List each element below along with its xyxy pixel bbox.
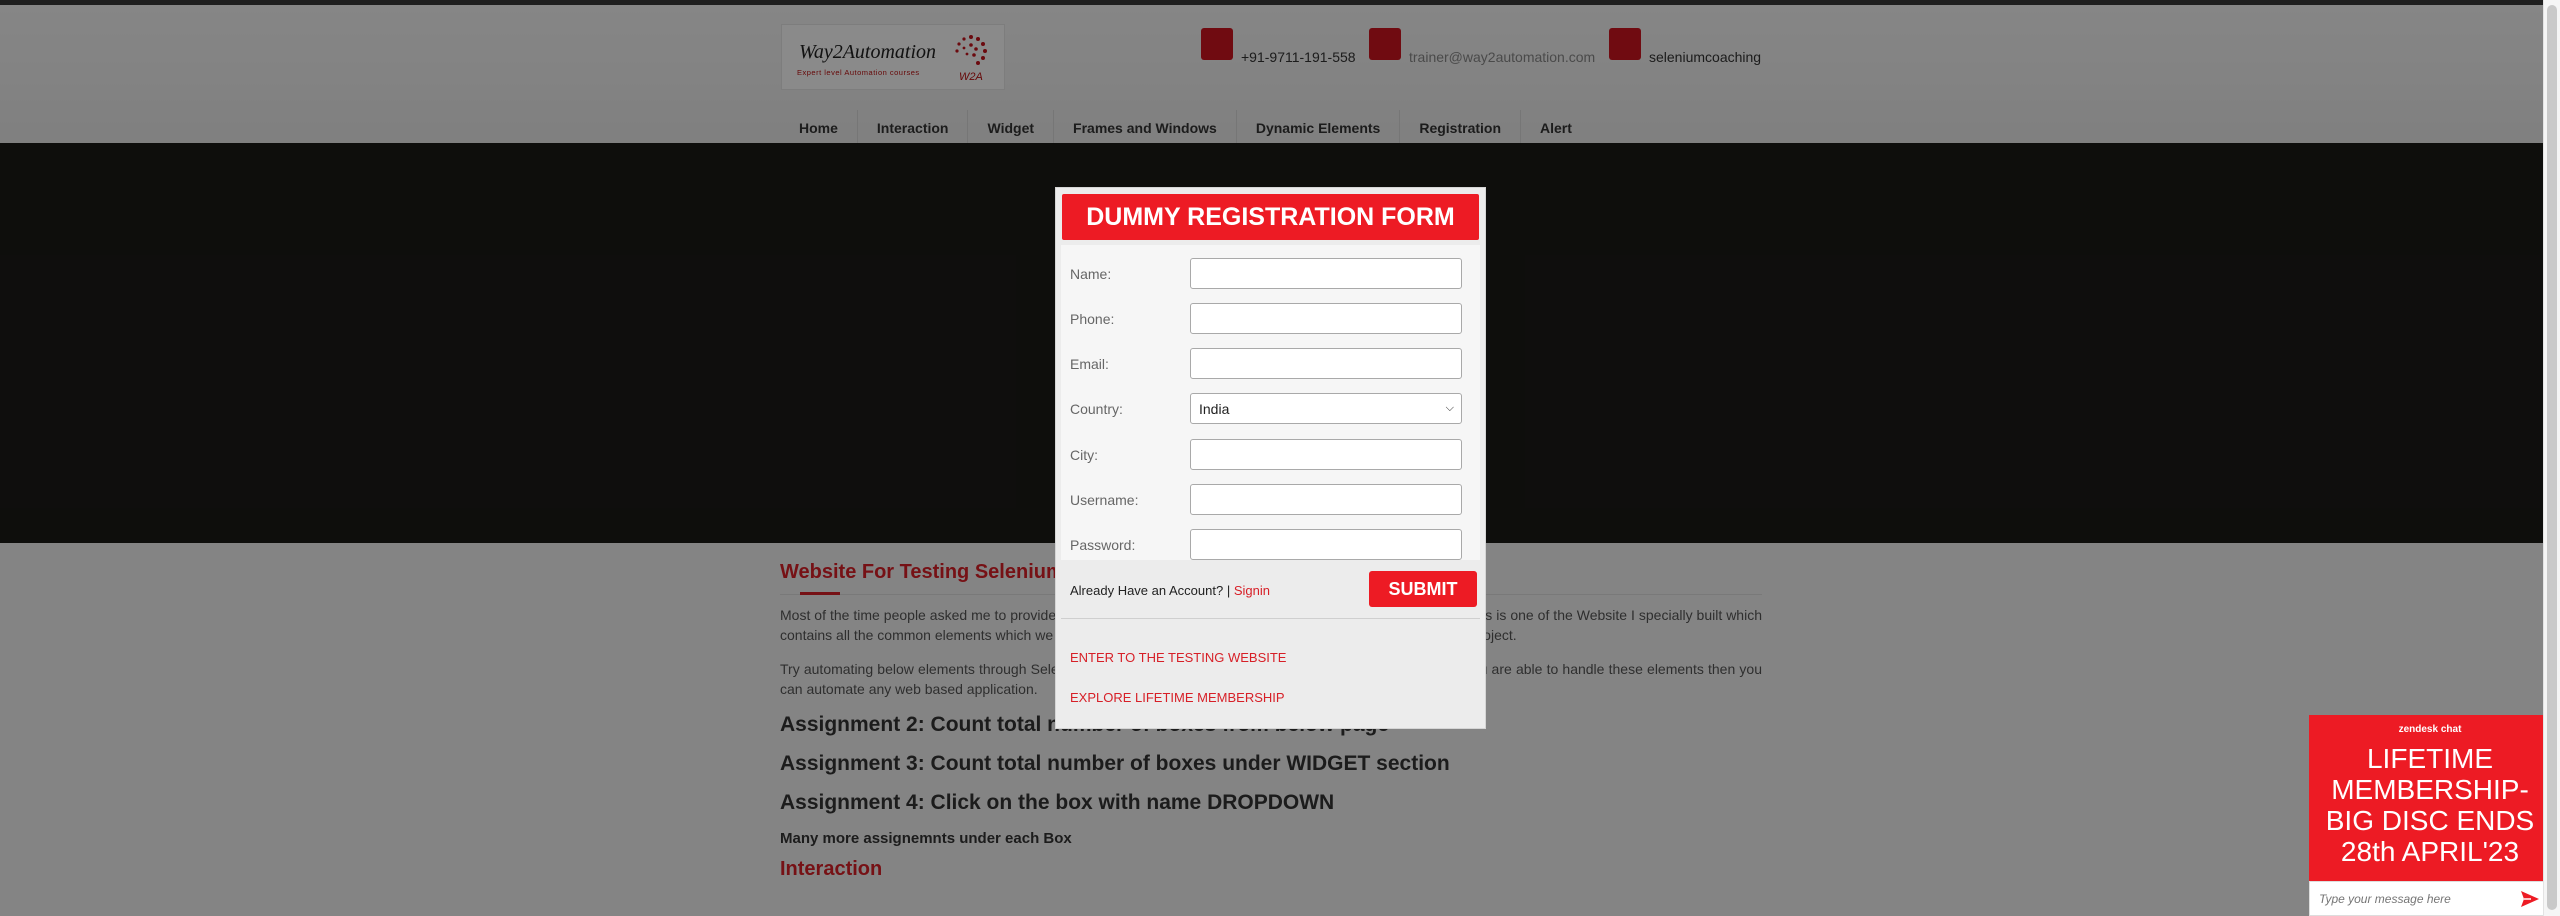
- password-input[interactable]: [1190, 529, 1462, 560]
- country-label: Country:: [1070, 400, 1123, 417]
- country-select[interactable]: India ⌵: [1190, 393, 1462, 424]
- password-label: Password:: [1070, 536, 1136, 553]
- explore-membership-link[interactable]: EXPLORE LIFETIME MEMBERSHIP: [1070, 690, 1285, 705]
- name-input[interactable]: [1190, 258, 1462, 289]
- submit-button[interactable]: SUBMIT: [1369, 571, 1477, 607]
- phone-input[interactable]: [1190, 303, 1462, 334]
- city-input[interactable]: [1190, 439, 1462, 470]
- have-account-label: Already Have an Account? |: [1070, 583, 1231, 598]
- page-scrollbar[interactable]: [2543, 0, 2560, 916]
- chevron-down-icon: ⌵: [1445, 402, 1454, 414]
- email-row: Email:: [1070, 347, 1469, 380]
- scrollbar-thumb[interactable]: [2547, 5, 2557, 910]
- signin-link[interactable]: Signin: [1234, 583, 1270, 598]
- phone-row: Phone:: [1070, 302, 1469, 335]
- zendesk-promo: LIFETIME MEMBERSHIP- BIG DISC ENDS 28th …: [2309, 743, 2551, 867]
- form-actions: Already Have an Account? | Signin SUBMIT: [1061, 566, 1480, 619]
- zendesk-chat-widget[interactable]: zendesk chat LIFETIME MEMBERSHIP- BIG DI…: [2309, 715, 2551, 916]
- promo-line-3: BIG DISC ENDS: [2325, 805, 2535, 836]
- modal-title: DUMMY REGISTRATION FORM: [1086, 203, 1455, 231]
- username-row: Username:: [1070, 483, 1469, 516]
- promo-line-4: 28th APRIL'23: [2340, 836, 2520, 867]
- promo-line-2: MEMBERSHIP-: [2331, 774, 2529, 805]
- chat-message-bar: [2309, 881, 2551, 916]
- city-row: City:: [1070, 438, 1469, 471]
- username-input[interactable]: [1190, 484, 1462, 515]
- have-account-text: Already Have an Account? | Signin: [1070, 583, 1270, 598]
- zendesk-brand: zendesk chat: [2398, 724, 2462, 735]
- username-label: Username:: [1070, 491, 1139, 508]
- registration-form: Name: Phone: Email: Country: India ⌵ Cit…: [1061, 245, 1480, 560]
- country-selected-value: India: [1199, 400, 1230, 417]
- promo-line-1: LIFETIME: [2366, 743, 2493, 774]
- chat-message-input[interactable]: [2310, 890, 2518, 907]
- name-label: Name:: [1070, 265, 1112, 282]
- email-input[interactable]: [1190, 348, 1462, 379]
- city-label: City:: [1070, 446, 1098, 463]
- password-row: Password:: [1070, 528, 1469, 561]
- enter-testing-website-link[interactable]: ENTER TO THE TESTING WEBSITE: [1070, 650, 1286, 665]
- send-icon[interactable]: [2518, 887, 2542, 911]
- modal-header: DUMMY REGISTRATION FORM: [1062, 194, 1479, 240]
- email-label: Email:: [1070, 355, 1109, 372]
- phone-label: Phone:: [1070, 310, 1115, 327]
- country-row: Country: India ⌵: [1070, 392, 1469, 425]
- name-row: Name:: [1070, 257, 1469, 290]
- registration-modal: DUMMY REGISTRATION FORM Name: Phone: Ema…: [1055, 187, 1486, 729]
